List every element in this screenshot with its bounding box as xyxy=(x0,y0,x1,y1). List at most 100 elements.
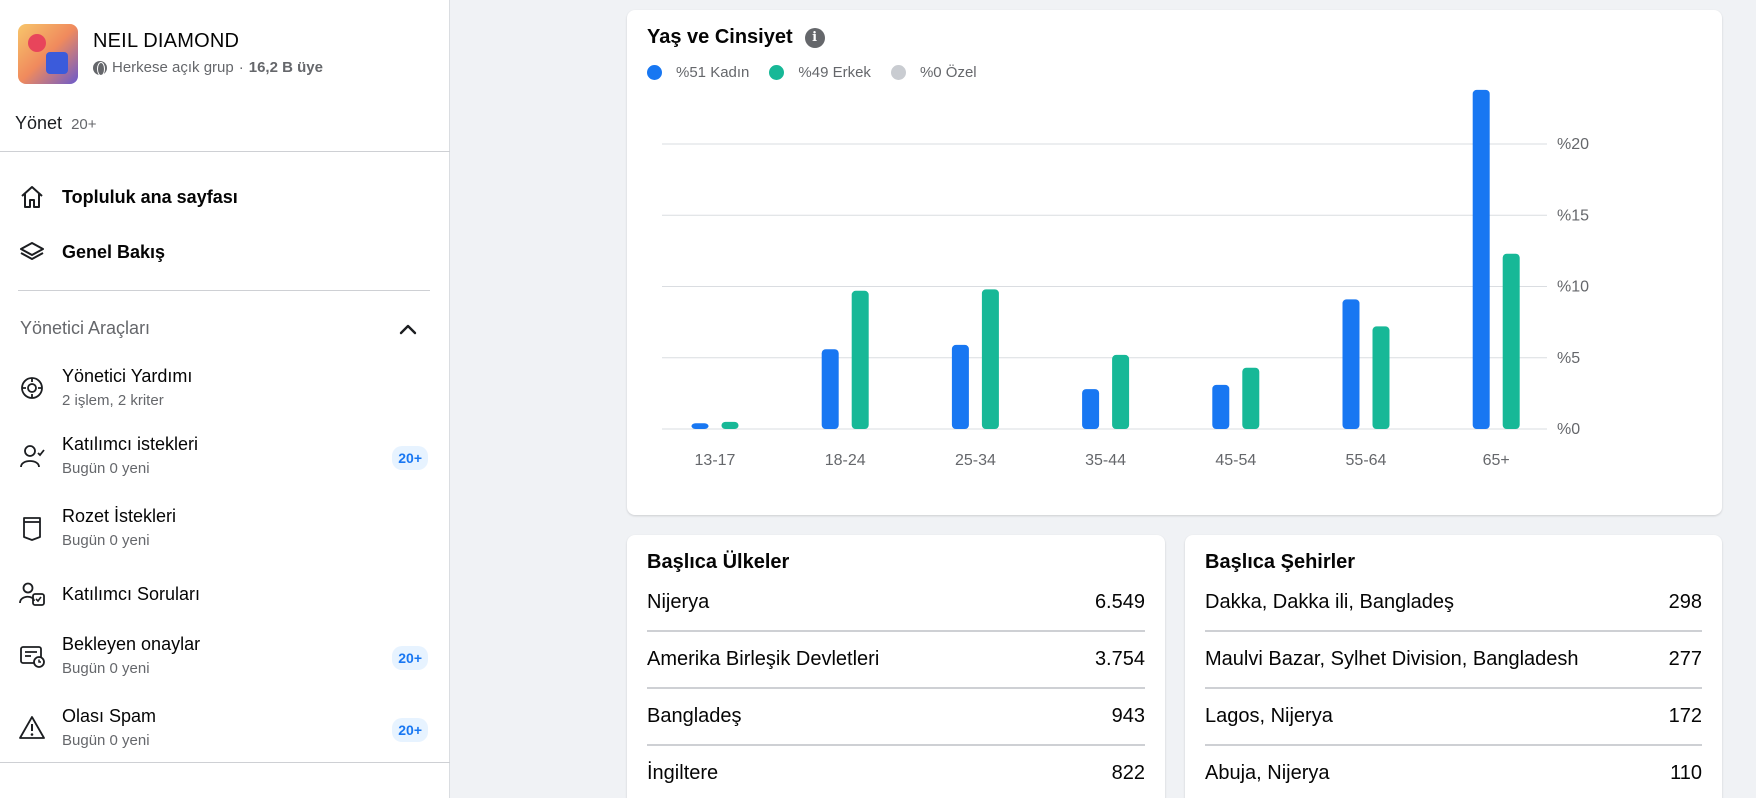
city-name: Lagos, Nijerya xyxy=(1205,705,1333,727)
list-item: Nijerya 6.549 xyxy=(647,591,1145,614)
x-tick-label: 45-54 xyxy=(1215,452,1256,469)
tool-member-requests[interactable]: Katılımcı istekleri Bugün 0 yeni 20+ xyxy=(18,434,428,477)
badge-icon xyxy=(18,514,46,542)
tool-pending-approvals[interactable]: Bekleyen onaylar Bugün 0 yeni 20+ xyxy=(18,634,428,677)
x-tick-label: 55-64 xyxy=(1346,452,1387,469)
country-name: İngiltere xyxy=(647,762,719,784)
row-divider xyxy=(1205,744,1702,746)
tool-badge-requests[interactable]: Rozet İstekleri Bugün 0 yeni xyxy=(18,506,428,549)
bar-female xyxy=(821,349,839,429)
bar-male xyxy=(1112,354,1130,429)
member-requests-icon xyxy=(18,442,46,470)
tool-member-questions[interactable]: Katılımcı Soruları xyxy=(18,580,428,608)
nav-community-home[interactable]: Topluluk ana sayfası xyxy=(18,183,238,211)
divider xyxy=(0,151,450,152)
tool-title: Olası Spam xyxy=(62,706,157,726)
layers-icon xyxy=(18,238,46,266)
list-item: Bangladeş 943 xyxy=(647,705,1145,728)
count-badge: 20+ xyxy=(392,446,428,470)
count-badge: 20+ xyxy=(392,718,428,742)
list-item: Dakka, Dakka ili, Bangladeş 298 xyxy=(1205,591,1702,614)
age-gender-card: Yaş ve Cinsiyet i %51 Kadın %49 Erkek %0… xyxy=(627,10,1722,515)
x-tick-label: 65+ xyxy=(1483,452,1510,469)
cities-title: Başlıca Şehirler xyxy=(1205,551,1356,573)
row-divider xyxy=(1205,630,1702,632)
tool-title: Bekleyen onaylar xyxy=(62,634,201,654)
country-name: Nijerya xyxy=(647,591,710,613)
bar-female xyxy=(1472,89,1490,429)
manage-heading: Yönet 20+ xyxy=(15,113,97,134)
nav-label: Topluluk ana sayfası xyxy=(62,186,238,207)
group-privacy: Herkese açık grup xyxy=(112,59,234,76)
bar-female xyxy=(691,423,709,429)
y-tick-label: %0 xyxy=(1557,421,1580,438)
divider xyxy=(18,290,430,291)
city-name: Dakka, Dakka ili, Bangladeş xyxy=(1205,591,1455,613)
tool-subtitle: Bugün 0 yeni xyxy=(62,532,150,549)
member-questions-icon xyxy=(18,580,46,608)
sidebar: NEIL DIAMOND Herkese açık grup · 16,2 B … xyxy=(0,0,450,798)
group-name[interactable]: NEIL DIAMOND xyxy=(93,30,323,53)
group-meta: Herkese açık grup · 16,2 B üye xyxy=(93,59,323,76)
row-divider xyxy=(647,630,1145,632)
tool-subtitle: 2 işlem, 2 kriter xyxy=(62,392,164,409)
country-value: 6.549 xyxy=(1094,591,1145,613)
warning-icon xyxy=(18,714,46,742)
admin-tools-title: Yönetici Araçları xyxy=(20,318,151,338)
bar-female xyxy=(951,344,969,429)
globe-icon xyxy=(93,60,107,76)
bar-male xyxy=(1242,367,1260,429)
x-tick-label: 18-24 xyxy=(825,452,866,469)
group-members[interactable]: 16,2 B üye xyxy=(249,59,323,76)
city-value: 298 xyxy=(1668,591,1702,613)
meta-separator: · xyxy=(238,59,244,76)
chevron-up-icon[interactable] xyxy=(398,320,418,340)
bar-male xyxy=(981,289,999,429)
tool-title: Katılımcı Soruları xyxy=(62,583,201,604)
pending-approvals-icon xyxy=(18,642,46,670)
y-tick-label: %10 xyxy=(1557,279,1589,296)
country-value: 822 xyxy=(1111,762,1145,784)
country-name: Amerika Birleşik Devletleri xyxy=(647,648,880,670)
group-avatar[interactable] xyxy=(18,24,78,84)
nav-overview[interactable]: Genel Bakış xyxy=(18,238,165,266)
tool-title: Rozet İstekleri xyxy=(62,506,177,526)
tool-subtitle: Bugün 0 yeni xyxy=(62,460,150,477)
group-header[interactable]: NEIL DIAMOND Herkese açık grup · 16,2 B … xyxy=(18,24,323,84)
y-tick-label: %15 xyxy=(1557,207,1589,224)
bar-female xyxy=(1212,384,1230,429)
bar-male xyxy=(721,421,739,429)
x-tick-label: 35-44 xyxy=(1085,452,1126,469)
country-value: 943 xyxy=(1111,705,1145,727)
countries-title: Başlıca Ülkeler xyxy=(647,551,790,573)
x-tick-label: 13-17 xyxy=(695,452,736,469)
tool-title: Yönetici Yardımı xyxy=(62,366,193,386)
list-item: Maulvi Bazar, Sylhet Division, Banglades… xyxy=(1205,648,1702,671)
city-value: 110 xyxy=(1670,762,1702,784)
bar-male xyxy=(1502,253,1520,429)
bar-female xyxy=(1342,299,1360,429)
top-cities-card: Başlıca Şehirler Dakka, Dakka ili, Bangl… xyxy=(1185,535,1722,798)
admin-assist-icon xyxy=(18,374,46,402)
row-divider xyxy=(1205,687,1702,689)
bar-male xyxy=(1372,326,1390,429)
top-countries-card: Başlıca Ülkeler Nijerya 6.549 Amerika Bi… xyxy=(627,535,1165,798)
city-name: Abuja, Nijerya xyxy=(1205,762,1330,784)
bar-male xyxy=(851,290,869,429)
list-item: Lagos, Nijerya 172 xyxy=(1205,705,1702,728)
manage-count: 20+ xyxy=(71,116,97,133)
row-divider xyxy=(647,687,1145,689)
country-value: 3.754 xyxy=(1094,648,1145,670)
city-value: 277 xyxy=(1668,648,1702,670)
divider xyxy=(0,762,450,763)
bar-female xyxy=(1082,389,1100,429)
tool-possible-spam[interactable]: Olası Spam Bugün 0 yeni 20+ xyxy=(18,706,428,749)
tool-admin-assist[interactable]: Yönetici Yardımı 2 işlem, 2 kriter xyxy=(18,366,428,409)
y-tick-label: %20 xyxy=(1557,136,1589,153)
row-divider xyxy=(647,744,1145,746)
list-item: Amerika Birleşik Devletleri 3.754 xyxy=(647,648,1145,671)
country-name: Bangladeş xyxy=(647,705,742,727)
nav-label: Genel Bakış xyxy=(62,241,166,262)
x-tick-label: 25-34 xyxy=(955,452,996,469)
city-name: Maulvi Bazar, Sylhet Division, Banglades… xyxy=(1205,648,1579,670)
